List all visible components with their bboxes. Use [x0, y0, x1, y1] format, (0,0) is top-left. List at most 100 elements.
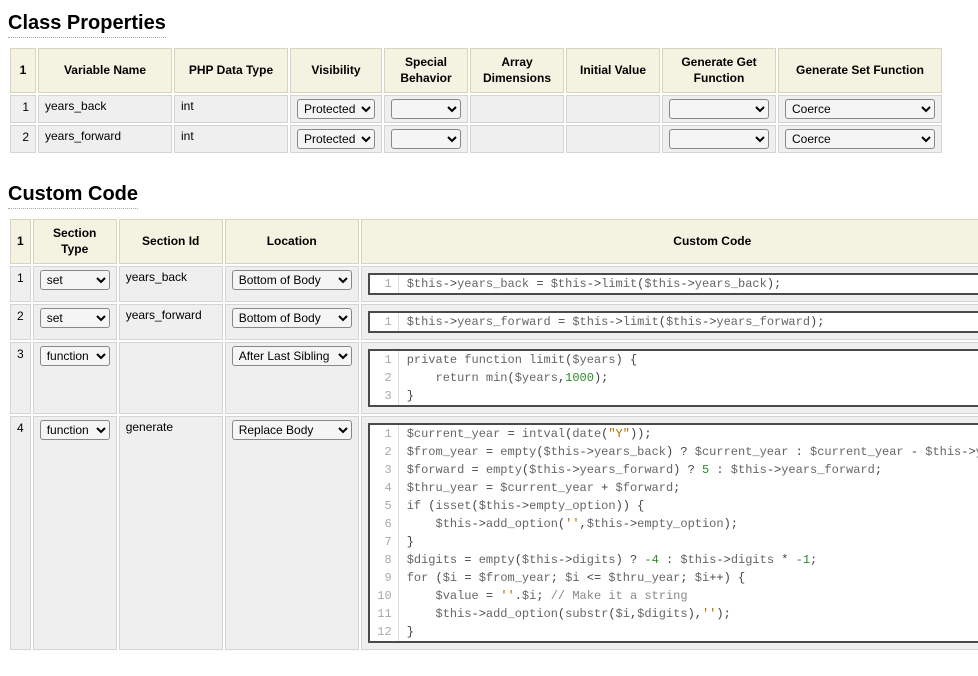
section-type-select[interactable]: function [40, 420, 110, 440]
cell-location: After Last Sibling [225, 342, 359, 414]
line-number: 6 [370, 515, 399, 533]
class-properties-heading: Class Properties [8, 12, 166, 38]
cell-custom-code: 1private function limit($years) {2 retur… [361, 342, 978, 414]
visibility-select[interactable]: Protected [297, 129, 375, 149]
code-line: $thru_year = $current_year + $forward; [399, 479, 681, 497]
col-generate-set: Generate Set Function [778, 48, 942, 93]
line-number: 3 [370, 461, 399, 479]
code-line: if (isset($this->empty_option)) { [399, 497, 645, 515]
generate-get-select[interactable] [669, 99, 769, 119]
code-line: $digits = empty($this->digits) ? -4 : $t… [399, 551, 818, 569]
cell-variable-name: years_back [38, 95, 172, 123]
code-line: $value = ''.$i; // Make it a string [399, 587, 688, 605]
col-special-behavior: Special Behavior [384, 48, 468, 93]
line-number: 2 [370, 369, 399, 387]
code-line: $current_year = intval(date("Y")); [399, 425, 652, 443]
cell-custom-code: 1$this->years_forward = $this->limit($th… [361, 304, 978, 340]
line-number: 7 [370, 533, 399, 551]
cell-section-type: set [33, 266, 117, 302]
visibility-select[interactable]: Protected [297, 99, 375, 119]
table-row: 3 function After Last Sibling 1private func… [10, 342, 978, 414]
location-select[interactable]: Bottom of Body [232, 270, 352, 290]
cell-section-id [119, 342, 223, 414]
location-select[interactable]: After Last Sibling [232, 346, 352, 366]
section-type-select[interactable]: set [40, 308, 110, 328]
custom-code-heading: Custom Code [8, 183, 138, 209]
special-behavior-select[interactable] [391, 99, 461, 119]
section-type-select[interactable]: set [40, 270, 110, 290]
line-number: 1 [370, 351, 399, 369]
cell-location: Bottom of Body [225, 266, 359, 302]
generate-get-select[interactable] [669, 129, 769, 149]
row-number: 2 [10, 125, 36, 153]
col-initial-value: Initial Value [566, 48, 660, 93]
cell-initial-value [566, 95, 660, 123]
col-rownum: 1 [10, 48, 36, 93]
table-row: 4 function generate Replace Body 1$current_y… [10, 416, 978, 650]
generate-set-select[interactable]: Coerce [785, 99, 935, 119]
code-line: } [399, 533, 414, 551]
col-array-dimensions: Array Dimensions [470, 48, 564, 93]
cell-location: Replace Body [225, 416, 359, 650]
generate-set-select[interactable]: Coerce [785, 129, 935, 149]
cell-generate-get [662, 125, 776, 153]
location-select[interactable]: Replace Body [232, 420, 352, 440]
cell-visibility: Protected [290, 95, 382, 123]
row-number: 1 [10, 95, 36, 123]
code-line: $from_year = empty($this->years_back) ? … [399, 443, 978, 461]
cell-php-data-type: int [174, 125, 288, 153]
table-row: 1 set years_back Bottom of Body 1$this->year… [10, 266, 978, 302]
col-location: Location [225, 219, 359, 264]
cell-custom-code: 1$current_year = intval(date("Y"));2$fro… [361, 416, 978, 650]
line-number: 3 [370, 387, 399, 405]
line-number: 2 [370, 443, 399, 461]
row-number: 2 [10, 304, 31, 340]
cell-section-id: years_forward [119, 304, 223, 340]
cell-initial-value [566, 125, 660, 153]
cell-generate-set: Coerce [778, 125, 942, 153]
line-number: 11 [370, 605, 399, 623]
code-editor[interactable]: 1$this->years_forward = $this->limit($th… [368, 311, 978, 333]
col-php-data-type: PHP Data Type [174, 48, 288, 93]
location-select[interactable]: Bottom of Body [232, 308, 352, 328]
col-visibility: Visibility [290, 48, 382, 93]
line-number: 1 [370, 425, 399, 443]
code-editor[interactable]: 1private function limit($years) {2 retur… [368, 349, 978, 407]
table-row: 2years_forwardintProtectedCoerce [10, 125, 942, 153]
section-type-select[interactable]: function [40, 346, 110, 366]
cell-array-dimensions [470, 95, 564, 123]
line-number: 5 [370, 497, 399, 515]
code-editor[interactable]: 1$current_year = intval(date("Y"));2$fro… [368, 423, 978, 643]
cell-visibility: Protected [290, 125, 382, 153]
col-variable-name: Variable Name [38, 48, 172, 93]
line-number: 9 [370, 569, 399, 587]
code-line: $this->add_option(substr($i,$digits),'')… [399, 605, 731, 623]
code-line: $this->years_back = $this->limit($this->… [399, 275, 782, 293]
code-line: $this->add_option('',$this->empty_option… [399, 515, 738, 533]
line-number: 4 [370, 479, 399, 497]
code-line: $forward = empty($this->years_forward) ?… [399, 461, 882, 479]
custom-code-table: 1 Section Type Section Id Location Custo… [8, 217, 978, 652]
code-editor[interactable]: 1$this->years_back = $this->limit($this-… [368, 273, 978, 295]
line-number: 1 [370, 275, 399, 293]
cell-location: Bottom of Body [225, 304, 359, 340]
cell-section-type: set [33, 304, 117, 340]
row-number: 4 [10, 416, 31, 650]
col-rownum: 1 [10, 219, 31, 264]
cell-php-data-type: int [174, 95, 288, 123]
line-number: 1 [370, 313, 399, 331]
cell-special-behavior [384, 125, 468, 153]
special-behavior-select[interactable] [391, 129, 461, 149]
code-line: private function limit($years) { [399, 351, 637, 369]
col-section-id: Section Id [119, 219, 223, 264]
code-line: for ($i = $from_year; $i <= $thru_year; … [399, 569, 746, 587]
cell-special-behavior [384, 95, 468, 123]
cell-array-dimensions [470, 125, 564, 153]
cell-section-id: years_back [119, 266, 223, 302]
cell-section-type: function [33, 342, 117, 414]
col-generate-get: Generate Get Function [662, 48, 776, 93]
cell-section-id: generate [119, 416, 223, 650]
row-number: 3 [10, 342, 31, 414]
code-line: return min($years,1000); [399, 369, 609, 387]
col-custom-code: Custom Code [361, 219, 978, 264]
